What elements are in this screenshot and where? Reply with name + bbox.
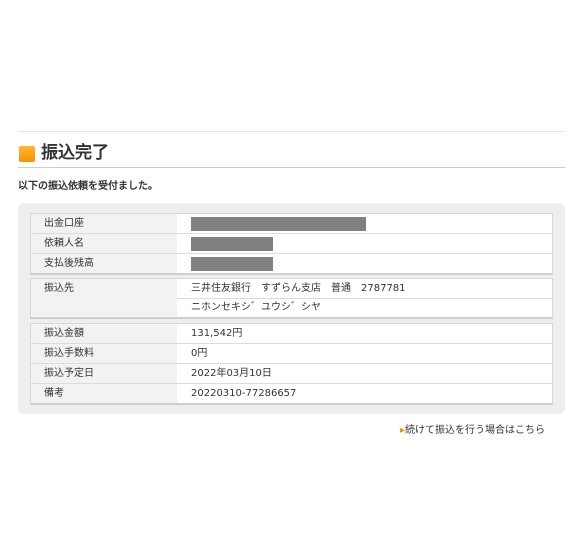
continue-transfer-link[interactable]: ▸続けて振込を行う場合はこちら bbox=[400, 423, 550, 434]
scheduled-date-label: 振込予定日 bbox=[31, 364, 177, 383]
top-divider bbox=[18, 131, 565, 132]
scheduled-date-value: 2022年03月10日 bbox=[191, 368, 272, 379]
transfer-amount-value: 131,542円 bbox=[191, 328, 243, 339]
remarks-value: 20220310-77286657 bbox=[191, 388, 297, 399]
transfer-details-group: 振込金額 131,542円 振込手数料 0円 振込予定日 2022年03月10日… bbox=[30, 323, 553, 405]
transfer-amount-label: 振込金額 bbox=[31, 324, 177, 343]
table-row: 振込手数料 0円 bbox=[31, 344, 552, 364]
table-row: 備考 20220310-77286657 bbox=[31, 384, 552, 403]
recipient-group: 振込先 三井住友銀行 すずらん支店 普通 2787781 ニホンセキシ゛ユウシ゛… bbox=[30, 278, 553, 319]
page-title: 振込完了 bbox=[41, 143, 109, 163]
balance-after-redacted bbox=[191, 257, 273, 271]
account-info-group: 出金口座 依頼人名 支払後残高 bbox=[30, 213, 553, 275]
balance-after-label: 支払後残高 bbox=[31, 254, 177, 273]
page-subtitle: 以下の振込依頼を受付ました。 bbox=[18, 181, 158, 192]
table-row: 依頼人名 bbox=[31, 234, 552, 254]
requester-name-label: 依頼人名 bbox=[31, 234, 177, 253]
withdrawal-account-label: 出金口座 bbox=[31, 214, 177, 233]
remarks-label: 備考 bbox=[31, 384, 177, 403]
table-row: 振込金額 131,542円 bbox=[31, 324, 552, 344]
transfer-fee-label: 振込手数料 bbox=[31, 344, 177, 363]
recipient-label: 振込先 bbox=[31, 279, 177, 317]
table-row: 振込予定日 2022年03月10日 bbox=[31, 364, 552, 384]
requester-name-redacted bbox=[191, 237, 273, 251]
orange-square-icon bbox=[19, 146, 35, 162]
table-row: 出金口座 bbox=[31, 214, 552, 234]
table-row: 支払後残高 bbox=[31, 254, 552, 273]
transfer-fee-value: 0円 bbox=[191, 348, 208, 359]
withdrawal-account-redacted bbox=[191, 217, 366, 231]
continue-transfer-link-text[interactable]: 続けて振込を行う場合はこちら bbox=[405, 425, 545, 434]
page-header: 振込完了 bbox=[18, 143, 565, 168]
transfer-summary-panel: 出金口座 依頼人名 支払後残高 振込先 三井住友銀行 すずらん支店 普通 278… bbox=[18, 203, 565, 414]
